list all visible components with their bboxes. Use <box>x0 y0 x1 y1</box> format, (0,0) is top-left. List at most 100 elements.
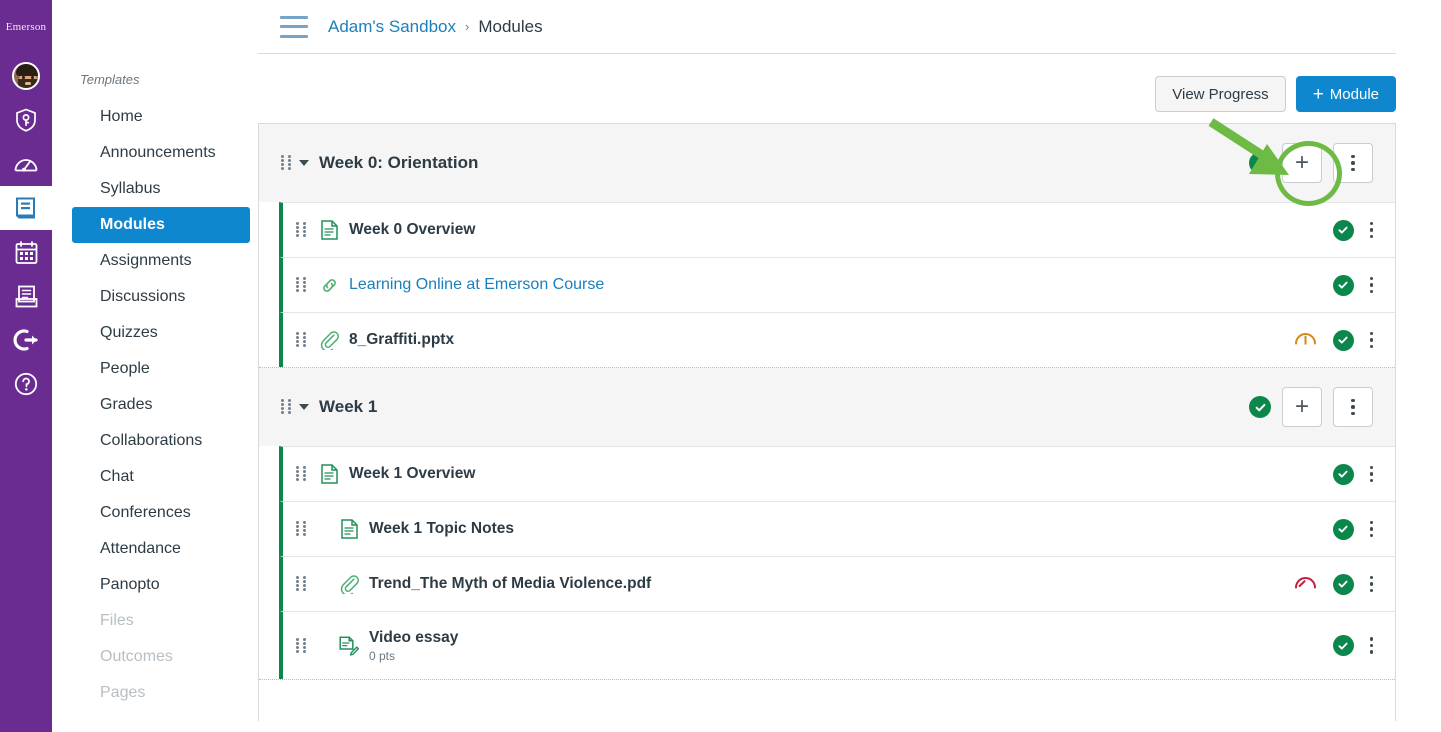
sidebar-item-collaborations[interactable]: Collaborations <box>72 423 250 459</box>
module-item-title[interactable]: Learning Online at Emerson Course <box>349 276 604 294</box>
global-nav-inbox[interactable] <box>0 274 52 318</box>
drag-handle-icon[interactable] <box>296 466 306 482</box>
book-icon <box>13 195 39 221</box>
item-body: Trend_The Myth of Media Violence.pdf <box>369 575 651 593</box>
add-item-button[interactable]: + <box>1282 143 1322 183</box>
module-items: Week 1 Overview Week 1 Topic Notes Trend… <box>259 446 1395 679</box>
ally-score-icon[interactable] <box>1294 329 1317 352</box>
canvas-modules-page: Emerson Templates Home Announcements Syl… <box>0 0 1441 732</box>
publish-status-icon[interactable] <box>1249 152 1271 174</box>
publish-status-icon[interactable] <box>1332 274 1354 296</box>
publish-status-icon[interactable] <box>1332 219 1354 241</box>
item-body: Week 1 Topic Notes <box>369 520 514 538</box>
sidebar-item-files[interactable]: Files <box>72 603 250 639</box>
module-item[interactable]: Week 1 Overview <box>279 446 1395 501</box>
module-actions: + <box>1249 143 1373 183</box>
module-options-button[interactable] <box>1333 387 1373 427</box>
collapse-toggle-icon[interactable] <box>299 404 309 410</box>
module-item[interactable]: Learning Online at Emerson Course <box>279 257 1395 312</box>
global-nav-logout[interactable] <box>0 318 52 362</box>
sidebar-item-conferences[interactable]: Conferences <box>72 495 250 531</box>
sidebar-item-outcomes[interactable]: Outcomes <box>72 639 250 675</box>
sidebar-item-panopto[interactable]: Panopto <box>72 567 250 603</box>
add-item-button[interactable]: + <box>1282 387 1322 427</box>
module-item-title[interactable]: Week 1 Topic Notes <box>369 520 514 538</box>
module-item-title[interactable]: Week 1 Overview <box>349 465 475 483</box>
module-header: Week 1 + <box>259 368 1395 446</box>
main-content: Adam's Sandbox › Modules View Progress +… <box>258 0 1441 732</box>
item-options-icon[interactable] <box>1369 637 1373 654</box>
drag-handle-icon[interactable] <box>296 277 306 293</box>
add-module-button[interactable]: + Module <box>1295 76 1396 112</box>
sidebar-item-modules[interactable]: Modules <box>72 207 250 243</box>
link-icon <box>318 276 340 295</box>
publish-status-icon[interactable] <box>1332 463 1354 485</box>
sidebar-item-home[interactable]: Home <box>72 99 250 135</box>
page-title: Modules <box>478 16 543 36</box>
module-item-title[interactable]: Week 0 Overview <box>349 221 475 239</box>
module-item[interactable]: Video essay 0 pts <box>279 611 1395 679</box>
add-module-label: Module <box>1329 85 1379 103</box>
drag-handle-icon[interactable] <box>281 155 291 171</box>
sidebar-item-grades[interactable]: Grades <box>72 387 250 423</box>
item-actions <box>1332 219 1373 241</box>
global-nav-admin[interactable] <box>0 98 52 142</box>
item-options-icon[interactable] <box>1369 276 1373 294</box>
page-icon <box>318 464 340 484</box>
item-options-icon[interactable] <box>1369 465 1373 483</box>
sidebar-item-announcements[interactable]: Announcements <box>72 135 250 171</box>
ally-score-icon[interactable] <box>1294 573 1317 596</box>
menu-toggle-icon[interactable] <box>280 15 308 38</box>
publish-status-icon[interactable] <box>1332 635 1354 656</box>
module-week-0: Week 0: Orientation + Week 0 Overview Le… <box>259 124 1395 368</box>
question-circle-icon <box>13 371 39 397</box>
sidebar-item-syllabus[interactable]: Syllabus <box>72 171 250 207</box>
sidebar-item-pages[interactable]: Pages <box>72 675 250 711</box>
publish-status-icon[interactable] <box>1249 396 1271 418</box>
breadcrumb: Adam's Sandbox › Modules <box>328 17 543 37</box>
module-item[interactable]: Week 1 Topic Notes <box>279 501 1395 556</box>
publish-status-icon[interactable] <box>1332 573 1354 595</box>
module-item-title[interactable]: Trend_The Myth of Media Violence.pdf <box>369 575 651 593</box>
breadcrumb-course-link[interactable]: Adam's Sandbox <box>328 17 456 37</box>
module-item-title[interactable]: Video essay <box>369 629 458 647</box>
global-nav-account[interactable] <box>0 54 52 98</box>
kebab-menu-icon <box>1351 398 1355 416</box>
sidebar-item-assignments[interactable]: Assignments <box>72 243 250 279</box>
module-item[interactable]: Trend_The Myth of Media Violence.pdf <box>279 556 1395 611</box>
publish-status-icon[interactable] <box>1332 329 1354 351</box>
module-actions: + <box>1249 387 1373 427</box>
module-item[interactable]: 8_Graffiti.pptx <box>279 312 1395 367</box>
global-nav-calendar[interactable] <box>0 230 52 274</box>
module-options-button[interactable] <box>1333 143 1373 183</box>
global-nav-dashboard[interactable] <box>0 142 52 186</box>
item-options-icon[interactable] <box>1369 331 1373 349</box>
publish-status-icon[interactable] <box>1332 518 1354 540</box>
item-options-icon[interactable] <box>1369 520 1373 538</box>
sidebar-item-quizzes[interactable]: Quizzes <box>72 315 250 351</box>
item-actions <box>1332 463 1373 485</box>
top-bar: Adam's Sandbox › Modules <box>258 0 1396 54</box>
module-item-title[interactable]: 8_Graffiti.pptx <box>349 331 454 349</box>
drag-handle-icon[interactable] <box>281 399 291 415</box>
drag-handle-icon[interactable] <box>296 521 306 537</box>
sidebar-item-discussions[interactable]: Discussions <box>72 279 250 315</box>
module-item[interactable]: Week 0 Overview <box>279 202 1395 257</box>
sidebar-item-people[interactable]: People <box>72 351 250 387</box>
collapse-toggle-icon[interactable] <box>299 160 309 166</box>
drag-handle-icon[interactable] <box>296 576 306 592</box>
drag-handle-icon[interactable] <box>296 222 306 238</box>
item-options-icon[interactable] <box>1369 575 1373 593</box>
global-navigation: Emerson <box>0 0 52 732</box>
global-nav-help[interactable] <box>0 362 52 406</box>
page-icon <box>318 220 340 240</box>
course-nav-heading: Templates <box>80 72 140 87</box>
drag-handle-icon[interactable] <box>296 332 306 348</box>
drag-handle-icon[interactable] <box>296 637 306 654</box>
global-nav-courses[interactable] <box>0 186 52 230</box>
sidebar-item-chat[interactable]: Chat <box>72 459 250 495</box>
view-progress-button[interactable]: View Progress <box>1155 76 1286 112</box>
sidebar-item-attendance[interactable]: Attendance <box>72 531 250 567</box>
modules-list: Week 0: Orientation + Week 0 Overview Le… <box>258 123 1396 721</box>
item-options-icon[interactable] <box>1369 221 1373 239</box>
